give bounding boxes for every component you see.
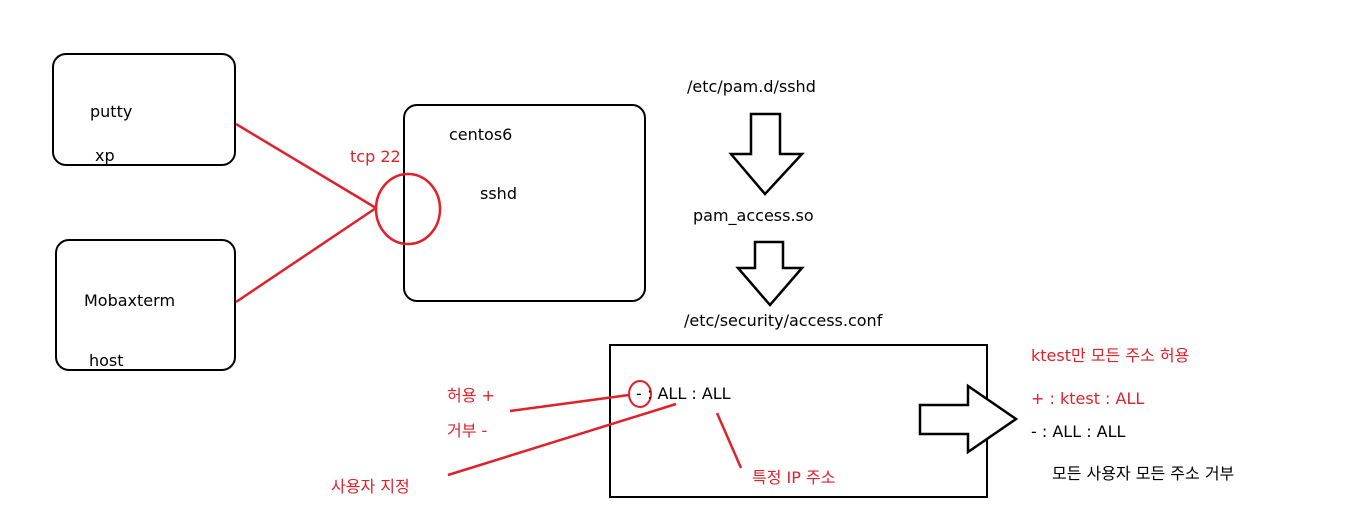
putty-connection-line — [235, 122, 377, 210]
mobaxterm-os-label: host — [89, 351, 124, 370]
pam-sshd-label: /etc/pam.d/sshd — [687, 77, 816, 96]
user-annotation: 사용자 지정 — [331, 477, 410, 496]
ip-pointer-line — [715, 412, 743, 469]
down-arrow-2 — [735, 240, 805, 307]
server-service-label: sshd — [480, 184, 517, 203]
deny-annotation: 거부 - — [447, 421, 488, 440]
mobaxterm-connection-line — [235, 206, 377, 304]
diagram-connectors — [235, 112, 1019, 477]
example-note: 모든 사용자 모든 주소 거부 — [1052, 464, 1235, 483]
access-conf-label: /etc/security/access.conf — [684, 311, 883, 330]
ip-annotation: 특정 IP 주소 — [752, 468, 836, 487]
rule-text: : ALL : ALL — [647, 384, 731, 403]
port-circle — [374, 172, 442, 246]
port-label: tcp 22 — [350, 147, 401, 166]
example-line-allow: + : ktest : ALL — [1031, 389, 1145, 408]
putty-os-label: xp — [95, 146, 115, 165]
example-line-deny: - : ALL : ALL — [1031, 422, 1126, 441]
mobaxterm-label: Mobaxterm — [84, 291, 176, 310]
rule-sign: - — [636, 384, 642, 403]
allow-annotation: 허용 + — [447, 386, 495, 405]
example-title: ktest만 모든 주소 허용 — [1031, 346, 1190, 365]
pam-access-label: pam_access.so — [693, 206, 814, 225]
server-name-label: centos6 — [449, 125, 513, 144]
right-arrow — [918, 383, 1019, 455]
allow-deny-pointer-line — [509, 393, 630, 413]
putty-label: putty — [90, 102, 133, 121]
down-arrow-1 — [728, 112, 805, 196]
